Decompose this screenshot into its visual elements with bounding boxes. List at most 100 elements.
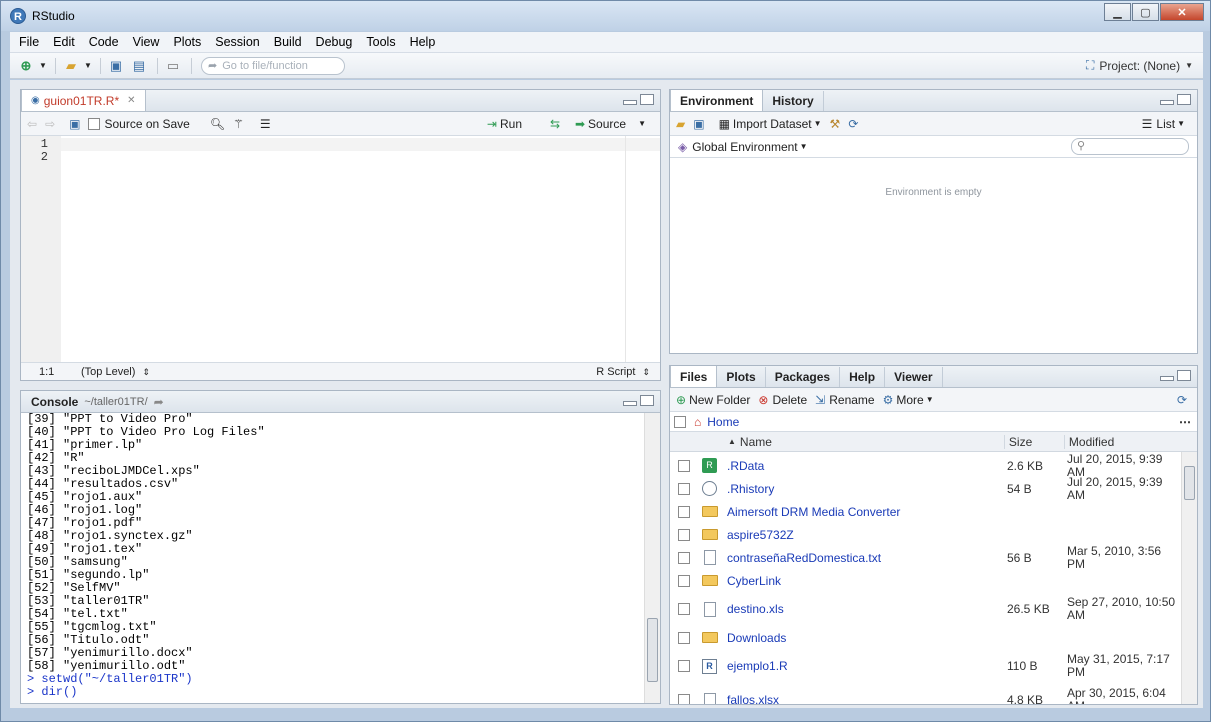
source-on-save-checkbox[interactable]: Source on Save xyxy=(88,117,190,131)
go-to-directory-icon[interactable]: ➦ xyxy=(154,395,164,409)
close-icon[interactable]: ✕ xyxy=(127,95,135,106)
scrollbar-thumb[interactable] xyxy=(1184,466,1195,500)
forward-icon[interactable]: ⇨ xyxy=(45,117,55,131)
menu-file[interactable]: File xyxy=(19,35,39,49)
row-checkbox[interactable] xyxy=(678,505,690,518)
tab-help[interactable]: Help xyxy=(840,367,886,387)
maximize-pane-button[interactable] xyxy=(1177,94,1191,105)
files-scrollbar[interactable] xyxy=(1181,452,1197,704)
load-workspace-icon[interactable]: ▰ xyxy=(676,117,685,131)
maximize-pane-button[interactable] xyxy=(640,395,654,406)
breadcrumb-home[interactable]: Home xyxy=(707,415,739,429)
menu-edit[interactable]: Edit xyxy=(53,35,75,49)
print-icon[interactable]: ▭ xyxy=(163,57,183,75)
open-folder-icon[interactable]: ▰ xyxy=(61,57,81,75)
save-all-icon[interactable]: ▤ xyxy=(129,57,149,75)
scrollbar-thumb[interactable] xyxy=(647,618,658,682)
project-menu[interactable]: ⛶ Project: (None) ▼ xyxy=(1086,58,1193,73)
rerun-icon[interactable]: ⇆ xyxy=(550,117,560,131)
file-type-selector[interactable]: R Script ⇕ xyxy=(596,366,650,378)
scope-selector[interactable]: (Top Level) ⇕ xyxy=(81,366,150,378)
menu-plots[interactable]: Plots xyxy=(173,35,201,49)
tab-packages[interactable]: Packages xyxy=(766,367,841,387)
minimize-pane-button[interactable] xyxy=(1160,376,1174,381)
file-row[interactable]: destino.xls 26.5 KB Sep 27, 2010, 10:50 … xyxy=(670,592,1197,626)
file-name[interactable]: CyberLink xyxy=(727,574,1007,588)
file-name[interactable]: Downloads xyxy=(727,631,1007,645)
broom-icon[interactable]: ⚒ xyxy=(830,117,841,131)
file-name[interactable]: destino.xls xyxy=(727,602,1007,616)
file-row[interactable]: contraseñaRedDomestica.txt 56 B Mar 5, 2… xyxy=(670,544,1197,570)
menu-debug[interactable]: Debug xyxy=(316,35,353,49)
close-button[interactable]: ✕ xyxy=(1160,3,1204,21)
source-button[interactable]: ➡ Source ▼ xyxy=(575,117,646,131)
more-options-icon[interactable]: ⋯ xyxy=(1179,415,1191,429)
file-name[interactable]: .Rhistory xyxy=(727,482,1007,496)
save-workspace-icon[interactable]: ▣ xyxy=(693,117,704,131)
environment-search-input[interactable]: ⚲ xyxy=(1071,138,1189,155)
file-row[interactable]: Downloads xyxy=(670,626,1197,649)
save-icon[interactable]: ▣ xyxy=(106,57,126,75)
minimize-pane-button[interactable] xyxy=(1160,100,1174,105)
maximize-button[interactable]: ▢ xyxy=(1132,3,1159,21)
menu-help[interactable]: Help xyxy=(410,35,436,49)
file-name[interactable]: .RData xyxy=(727,459,1007,473)
row-checkbox[interactable] xyxy=(678,660,690,672)
row-checkbox[interactable] xyxy=(678,551,690,564)
refresh-icon[interactable]: ⟳ xyxy=(848,117,858,131)
row-checkbox[interactable] xyxy=(678,528,690,541)
maximize-pane-button[interactable] xyxy=(640,94,654,105)
delete-button[interactable]: ⊗ Delete xyxy=(758,393,807,407)
column-size[interactable]: Size xyxy=(1003,434,1064,449)
menu-code[interactable]: Code xyxy=(89,35,119,49)
tab-environment[interactable]: Environment xyxy=(670,90,764,111)
file-name[interactable]: aspire5732Z xyxy=(727,528,1007,542)
file-row[interactable]: R .RData 2.6 KB Jul 20, 2015, 9:39 AM xyxy=(670,452,1197,478)
new-folder-button[interactable]: ⊕ New Folder xyxy=(676,393,750,407)
tab-files[interactable]: Files xyxy=(670,366,718,387)
row-checkbox[interactable] xyxy=(678,482,690,495)
maximize-pane-button[interactable] xyxy=(1177,370,1191,381)
row-checkbox[interactable] xyxy=(678,631,690,644)
console-scrollbar[interactable] xyxy=(644,413,660,703)
file-name[interactable]: Aimersoft DRM Media Converter xyxy=(727,505,1007,519)
code-editor[interactable]: 1 2 xyxy=(21,136,660,362)
row-checkbox[interactable] xyxy=(678,603,690,615)
chevron-down-icon[interactable]: ▼ xyxy=(84,57,92,75)
refresh-icon[interactable]: ⟳ xyxy=(1177,393,1187,407)
rename-button[interactable]: ⇲ Rename xyxy=(815,393,874,407)
run-button[interactable]: ⇥ Run xyxy=(487,117,522,131)
file-name[interactable]: fallos.xlsx xyxy=(727,693,1007,704)
menu-build[interactable]: Build xyxy=(274,35,302,49)
file-row[interactable]: R ejemplo1.R 110 B May 31, 2015, 7:17 PM xyxy=(670,649,1197,683)
chevron-down-icon[interactable]: ▼ xyxy=(39,57,47,75)
back-icon[interactable]: ⇦ xyxy=(27,117,37,131)
file-row[interactable]: aspire5732Z xyxy=(670,523,1197,546)
save-icon[interactable]: ▣ xyxy=(69,117,80,131)
column-name[interactable]: Name xyxy=(740,435,1004,449)
search-icon[interactable]: 🔍︎ xyxy=(210,117,225,131)
file-row[interactable]: fallos.xlsx 4.8 KB Apr 30, 2015, 6:04 AM xyxy=(670,683,1197,704)
file-row[interactable]: .Rhistory 54 B Jul 20, 2015, 9:39 AM xyxy=(670,475,1197,501)
minimize-pane-button[interactable] xyxy=(623,401,637,406)
file-row[interactable]: Aimersoft DRM Media Converter xyxy=(670,500,1197,523)
file-name[interactable]: ejemplo1.R xyxy=(727,659,1007,673)
row-checkbox[interactable] xyxy=(678,574,690,587)
import-dataset-button[interactable]: ▦ Import Dataset ▼ xyxy=(719,117,822,131)
console-output[interactable]: [39] "PPT to Video Pro" [40] "PPT to Vid… xyxy=(21,409,644,703)
minimize-button[interactable]: ▁ xyxy=(1104,3,1131,21)
menu-view[interactable]: View xyxy=(133,35,160,49)
file-name[interactable]: contraseñaRedDomestica.txt xyxy=(727,551,1007,565)
console-prompt-input[interactable]: > dir() xyxy=(27,686,638,699)
global-env-selector[interactable]: ◈ Global Environment ▼ xyxy=(678,140,808,154)
tab-history[interactable]: History xyxy=(763,91,824,111)
select-all-checkbox[interactable] xyxy=(674,415,686,428)
more-button[interactable]: ⚙ More ▼ xyxy=(883,393,934,407)
new-file-icon[interactable]: ⊕ xyxy=(16,57,36,75)
row-checkbox[interactable] xyxy=(678,459,690,472)
tab-plots[interactable]: Plots xyxy=(717,367,766,387)
tab-guion01tr[interactable]: ◉ guion01TR.R* ✕ xyxy=(21,90,146,111)
row-checkbox[interactable] xyxy=(678,694,690,704)
outline-icon[interactable]: ☰ xyxy=(260,117,271,131)
tab-viewer[interactable]: Viewer xyxy=(885,367,943,387)
